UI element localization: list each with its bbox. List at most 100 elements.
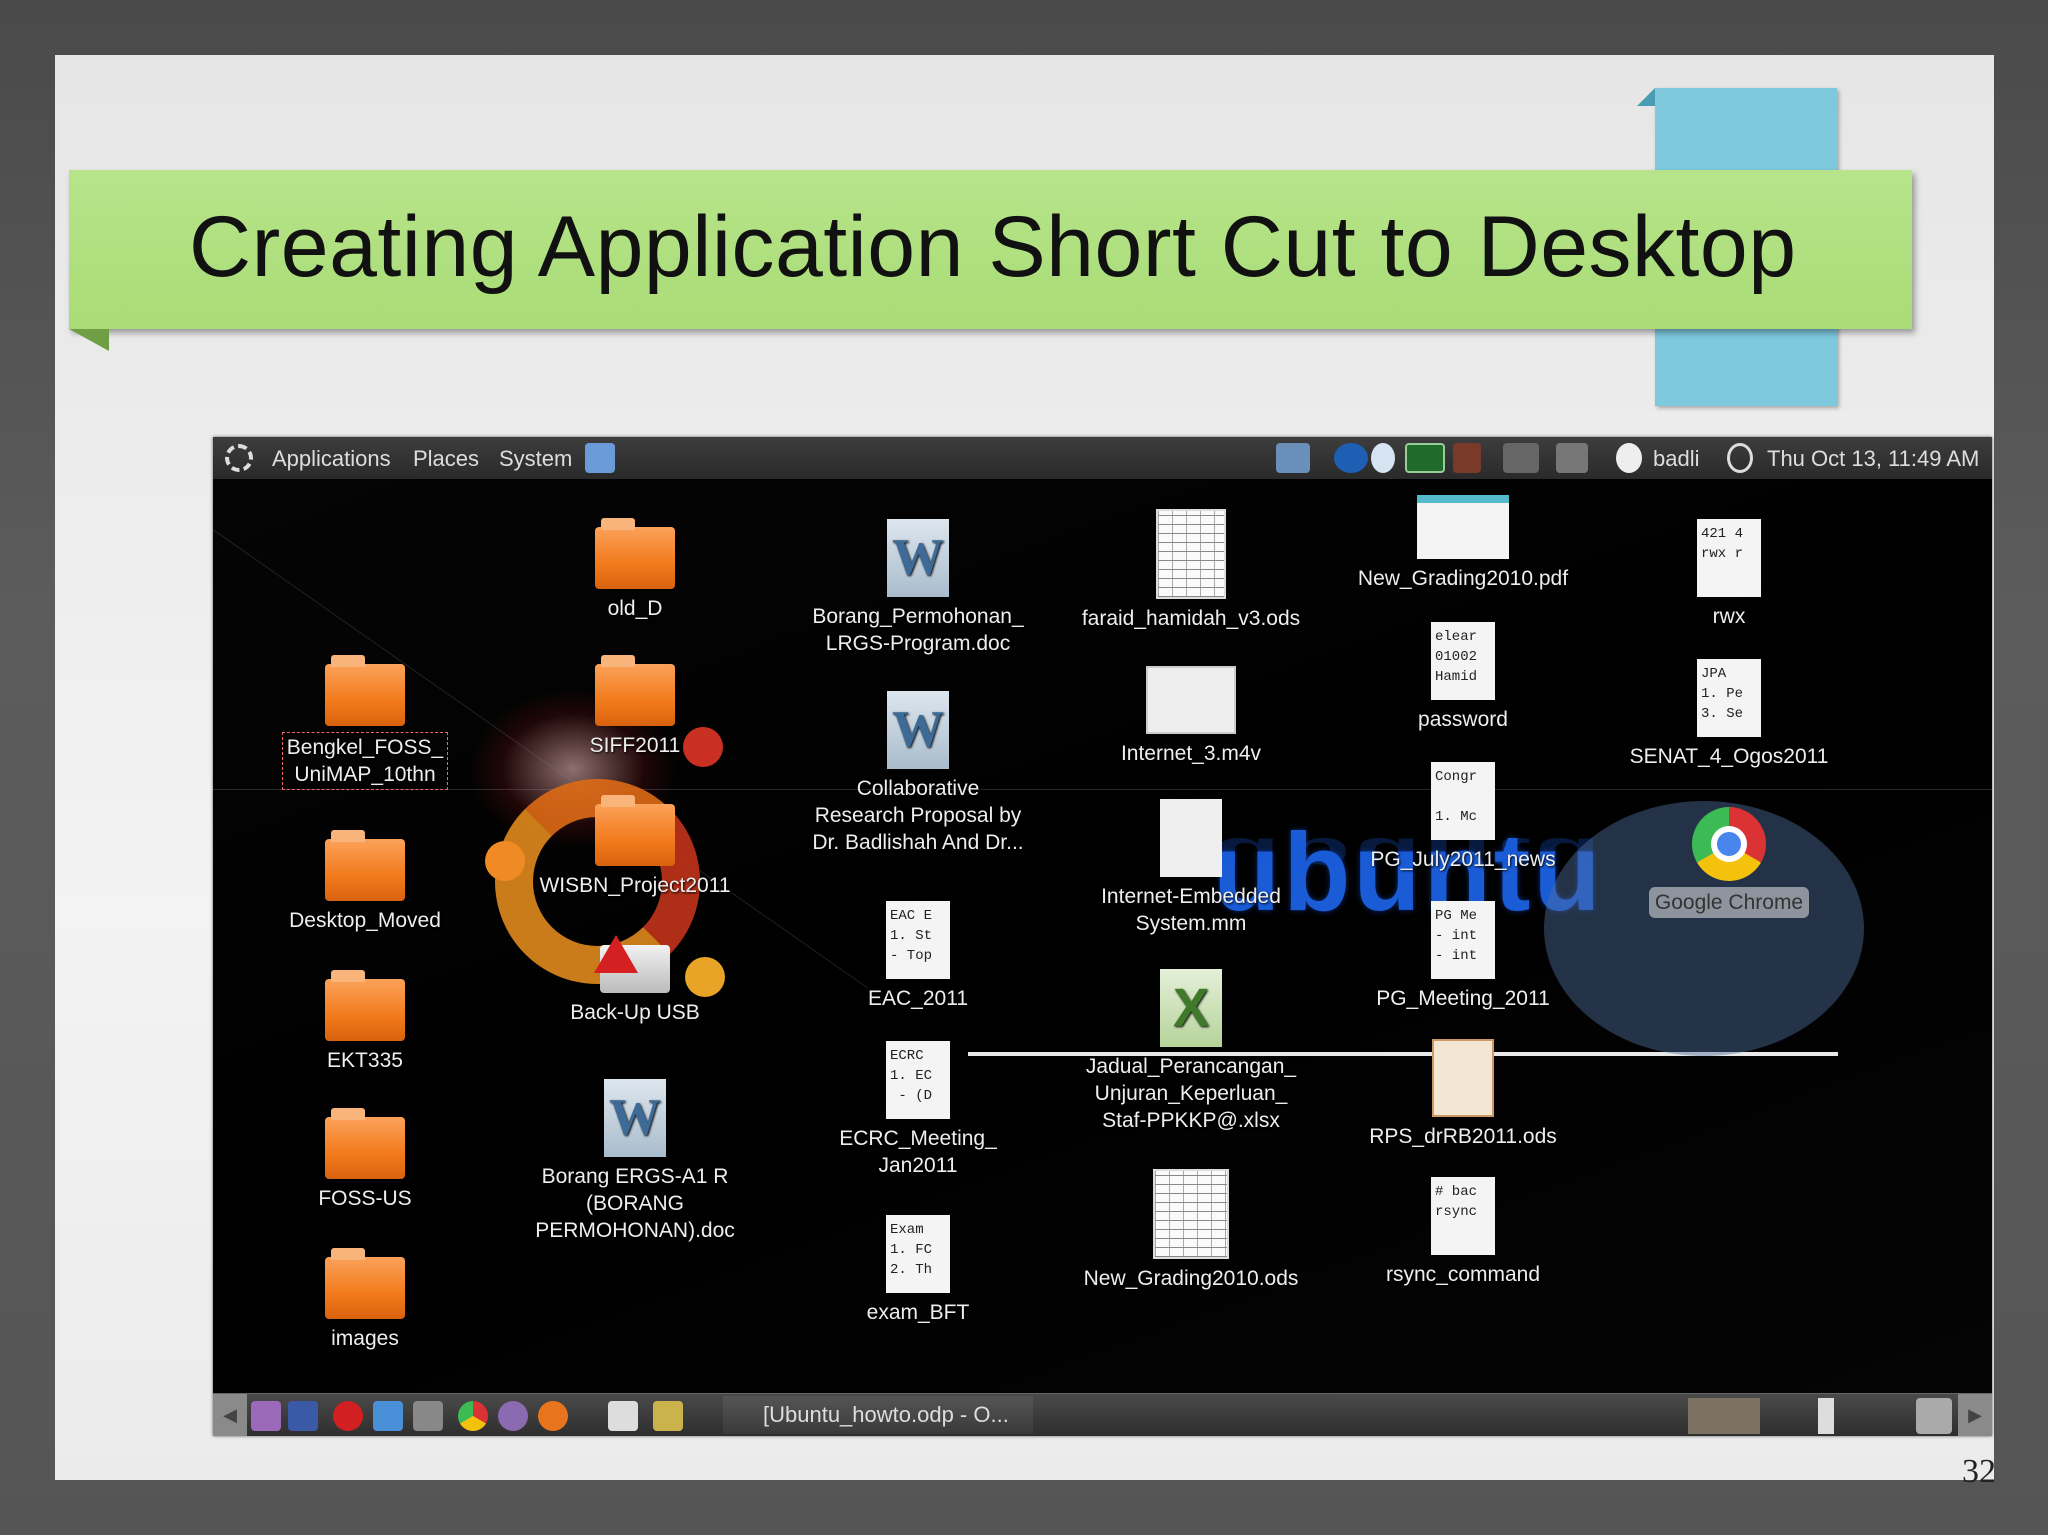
icon-label: New_Grading2010.ods (1083, 1267, 1299, 1290)
text-file-icon: EAC E 1. St - Top (886, 901, 950, 979)
icon-label: EKT335 (327, 1049, 403, 1072)
display-icon[interactable] (1276, 443, 1310, 473)
file-borang-permohonan[interactable]: W Borang_Permohonan_ LRGS-Program.doc (798, 519, 1038, 657)
file-jadual[interactable]: X Jadual_Perancangan_ Unjuran_Keperluan_ S… (1066, 969, 1316, 1134)
pidgin-icon[interactable] (498, 1401, 528, 1431)
folder-icon (325, 830, 405, 901)
icon-label: Borang_Permohonan_ LRGS-Program.doc (812, 605, 1024, 655)
icon-label: faraid_hamidah_v3.ods (1081, 607, 1301, 630)
file-exam-bft[interactable]: Exam 1. FC 2. Th exam_BFT (808, 1215, 1028, 1326)
folder-siff2011[interactable]: SIFF2011 (525, 655, 745, 759)
icon-label: Google Chrome (1648, 887, 1810, 918)
applications-menu[interactable]: Applications (272, 446, 391, 472)
file-collaborative[interactable]: W Collaborative Research Proposal by Dr. B… (788, 691, 1048, 856)
folder-bengkel[interactable]: Bengkel_FOSS_ UniMAP_10thn (255, 655, 475, 790)
presentation-icon[interactable] (653, 1401, 683, 1431)
icon-label: Jadual_Perancangan_ Unjuran_Keperluan_ Sta… (1085, 1055, 1297, 1132)
file-faraid[interactable]: faraid_hamidah_v3.ods (1066, 509, 1316, 632)
file-ecrc-meeting[interactable]: ECRC 1. EC - (D ECRC_Meeting_ Jan2011 (808, 1041, 1028, 1179)
file-new-grading-pdf[interactable]: New_Grading2010.pdf (1338, 495, 1588, 592)
folder-wisbn[interactable]: WISBN_Project2011 (525, 795, 745, 899)
trash-icon[interactable] (1916, 1398, 1952, 1434)
ubuntu-logo-icon[interactable] (225, 444, 253, 472)
usb-drive-icon (594, 935, 670, 993)
icon-label: images (331, 1327, 399, 1350)
bottom-panel: ◀ [Ubuntu_howto.odp - O... ▶ (213, 1393, 1992, 1436)
wallpaper-ray (213, 789, 1992, 790)
folder-old-d[interactable]: old_D (525, 518, 745, 622)
scroll-right-arrow-icon[interactable]: ▶ (1958, 1394, 1992, 1436)
clock-applet-icon[interactable] (1371, 443, 1395, 473)
text-editor-icon[interactable] (608, 1401, 638, 1431)
script-file-icon: # bac rsync (1431, 1177, 1495, 1255)
launcher-google-chrome[interactable]: Google Chrome (1619, 807, 1839, 918)
mail-icon[interactable] (1556, 443, 1588, 473)
folder-icon (325, 1108, 405, 1179)
file-password[interactable]: elear 01002 Hamid password (1353, 622, 1573, 733)
app-launcher-icon[interactable] (373, 1401, 403, 1431)
folder-icon (595, 518, 675, 589)
system-menu[interactable]: System (499, 446, 572, 472)
folder-desktop-moved[interactable]: Desktop_Moved (255, 830, 475, 934)
file-eac-2011[interactable]: EAC E 1. St - Top EAC_2011 (808, 901, 1028, 1012)
desktop-area: ubuntu ubuntu Bengkel_FOSS_ UniMAP_10thn … (213, 479, 1992, 1393)
user-status-icon[interactable] (1616, 443, 1642, 473)
file-pg-meeting[interactable]: PG Me - int - int PG_Meeting_2011 (1353, 901, 1573, 1012)
volume-icon[interactable] (1503, 443, 1539, 473)
warning-icon (594, 935, 638, 973)
folder-icon (595, 655, 675, 726)
ubuntu-dot (485, 841, 525, 881)
power-icon[interactable] (1727, 443, 1753, 473)
text-file-icon: Exam 1. FC 2. Th (886, 1215, 950, 1293)
folder-icon (325, 1248, 405, 1319)
icon-label: exam_BFT (866, 1301, 970, 1324)
taskbar-window-button[interactable]: [Ubuntu_howto.odp - O... (723, 1396, 1033, 1434)
spreadsheet-icon (1156, 509, 1226, 599)
scroll-left-arrow-icon[interactable]: ◀ (213, 1394, 247, 1436)
firefox-icon[interactable] (538, 1401, 568, 1431)
file-internet-embedded[interactable]: Internet-Embedded System.mm (1081, 799, 1301, 937)
file-rwx[interactable]: 421 4 rwx r rwx (1619, 519, 1839, 630)
folder-ekt335[interactable]: EKT335 (255, 970, 475, 1074)
hp-icon[interactable] (1334, 443, 1368, 473)
chrome-icon[interactable] (458, 1401, 488, 1431)
page-number: 32 (1962, 1453, 1996, 1490)
video-thumbnail-icon (1146, 666, 1236, 734)
file-pg-july[interactable]: Congr 1. Mc PG_July2011_news (1353, 762, 1573, 873)
file-new-grading-ods[interactable]: New_Grading2010.ods (1066, 1169, 1316, 1292)
icon-label: WISBN_Project2011 (539, 874, 731, 897)
icon-label: Back-Up USB (570, 1001, 700, 1024)
icon-label: Bengkel_FOSS_ UniMAP_10thn (281, 732, 449, 790)
folder-icon (325, 655, 405, 726)
user-name[interactable]: badli (1653, 446, 1699, 472)
drive-backup-usb[interactable]: Back-Up USB (525, 935, 745, 1026)
file-internet3[interactable]: Internet_3.m4v (1081, 666, 1301, 767)
folder-icon (325, 970, 405, 1041)
system-monitor-icon[interactable] (1405, 443, 1445, 473)
google-icon[interactable] (288, 1401, 318, 1431)
text-file-icon: elear 01002 Hamid (1431, 622, 1495, 700)
folder-images[interactable]: images (255, 1248, 475, 1352)
desktop-screenshot: Applications Places System badli Thu Oct… (213, 437, 1992, 1436)
file-senat[interactable]: JPA 1. Pe 3. Se SENAT_4_Ogos2011 (1604, 659, 1854, 770)
show-desktop-icon[interactable] (251, 1401, 281, 1431)
file-borang-ergs[interactable]: W Borang ERGS-A1 R (BORANG PERMOHONAN).doc (525, 1079, 745, 1244)
icon-label: Collaborative Research Proposal by Dr. Bad… (812, 777, 1024, 854)
folder-foss-us[interactable]: FOSS-US (255, 1108, 475, 1212)
icon-label: rwx (1712, 605, 1746, 628)
places-menu[interactable]: Places (413, 446, 479, 472)
wifi-icon[interactable] (1453, 443, 1481, 473)
file-rps[interactable]: RPS_drRB2011.ods (1353, 1039, 1573, 1150)
workspace-indicator[interactable] (1818, 1398, 1834, 1434)
icon-label: SENAT_4_Ogos2011 (1629, 745, 1829, 768)
text-file-icon: Congr 1. Mc (1431, 762, 1495, 840)
file-rsync[interactable]: # bac rsync rsync_command (1353, 1177, 1573, 1288)
opera-icon[interactable] (333, 1401, 363, 1431)
workspace-switcher[interactable] (1688, 1398, 1760, 1434)
network-globe-icon[interactable] (585, 443, 615, 473)
chrome-icon (1692, 807, 1766, 881)
clock[interactable]: Thu Oct 13, 11:49 AM (1767, 446, 1979, 472)
terminal-icon[interactable] (413, 1401, 443, 1431)
icon-label: New_Grading2010.pdf (1357, 567, 1569, 590)
icon-label: Internet-Embedded System.mm (1101, 885, 1281, 935)
